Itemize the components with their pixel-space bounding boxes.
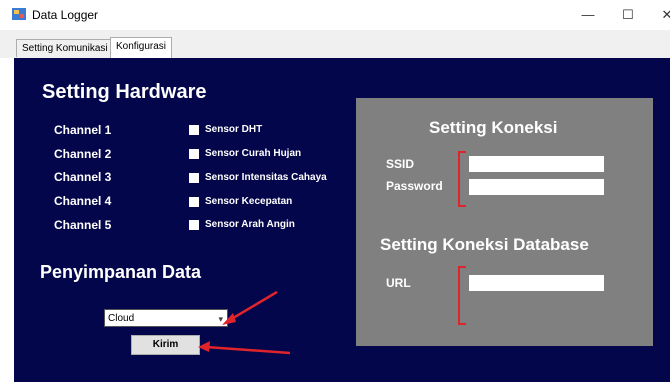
- annotation-arrows: [198, 290, 291, 355]
- arrow-line: [227, 290, 278, 323]
- arrowhead-icon: [222, 313, 236, 325]
- arrow-line: [205, 345, 291, 355]
- tab-konfigurasi[interactable]: Konfigurasi: [110, 37, 173, 58]
- arrowhead-icon: [198, 341, 210, 352]
